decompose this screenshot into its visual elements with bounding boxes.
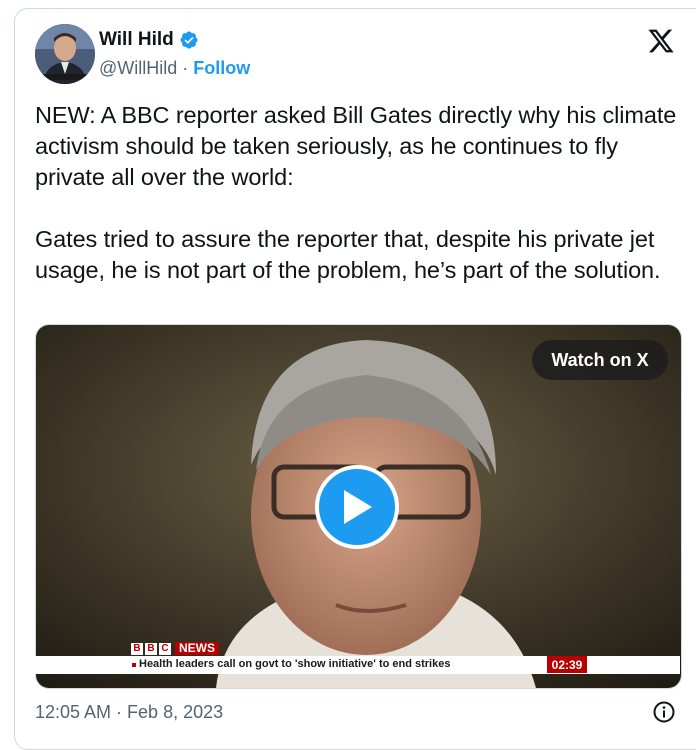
ticker-bullet: [132, 663, 136, 667]
tweet-timestamp[interactable]: 12:05 AM · Feb 8, 2023: [35, 702, 223, 723]
author-handle[interactable]: @WillHild: [99, 58, 177, 78]
follow-button[interactable]: Follow: [193, 58, 250, 78]
bbc-news-logo: B B C NEWS: [131, 642, 219, 655]
handle-row: @WillHild · Follow: [99, 58, 250, 79]
avatar[interactable]: [35, 24, 95, 84]
watch-on-x-button[interactable]: Watch on X: [532, 340, 668, 380]
tweet-text: NEW: A BBC reporter asked Bill Gates dir…: [35, 100, 690, 286]
video-clock: 02:39: [547, 656, 587, 673]
x-logo-icon[interactable]: [647, 27, 675, 55]
info-icon[interactable]: [652, 700, 676, 724]
bbc-letter: B: [145, 642, 157, 655]
verified-badge-icon: [180, 31, 198, 49]
bbc-letter: C: [159, 642, 171, 655]
tweet-paragraph: Gates tried to assure the reporter that,…: [35, 226, 661, 283]
play-button[interactable]: [315, 465, 399, 549]
play-icon: [344, 490, 372, 524]
separator: ·: [177, 58, 194, 78]
ticker-text: Health leaders call on govt to 'show ini…: [139, 658, 451, 670]
author-name[interactable]: Will Hild: [99, 29, 174, 51]
news-label: NEWS: [175, 642, 219, 655]
bbc-letter: B: [131, 642, 143, 655]
tweet-paragraph: NEW: A BBC reporter asked Bill Gates dir…: [35, 102, 677, 190]
author-name-row[interactable]: Will Hild: [99, 29, 199, 51]
